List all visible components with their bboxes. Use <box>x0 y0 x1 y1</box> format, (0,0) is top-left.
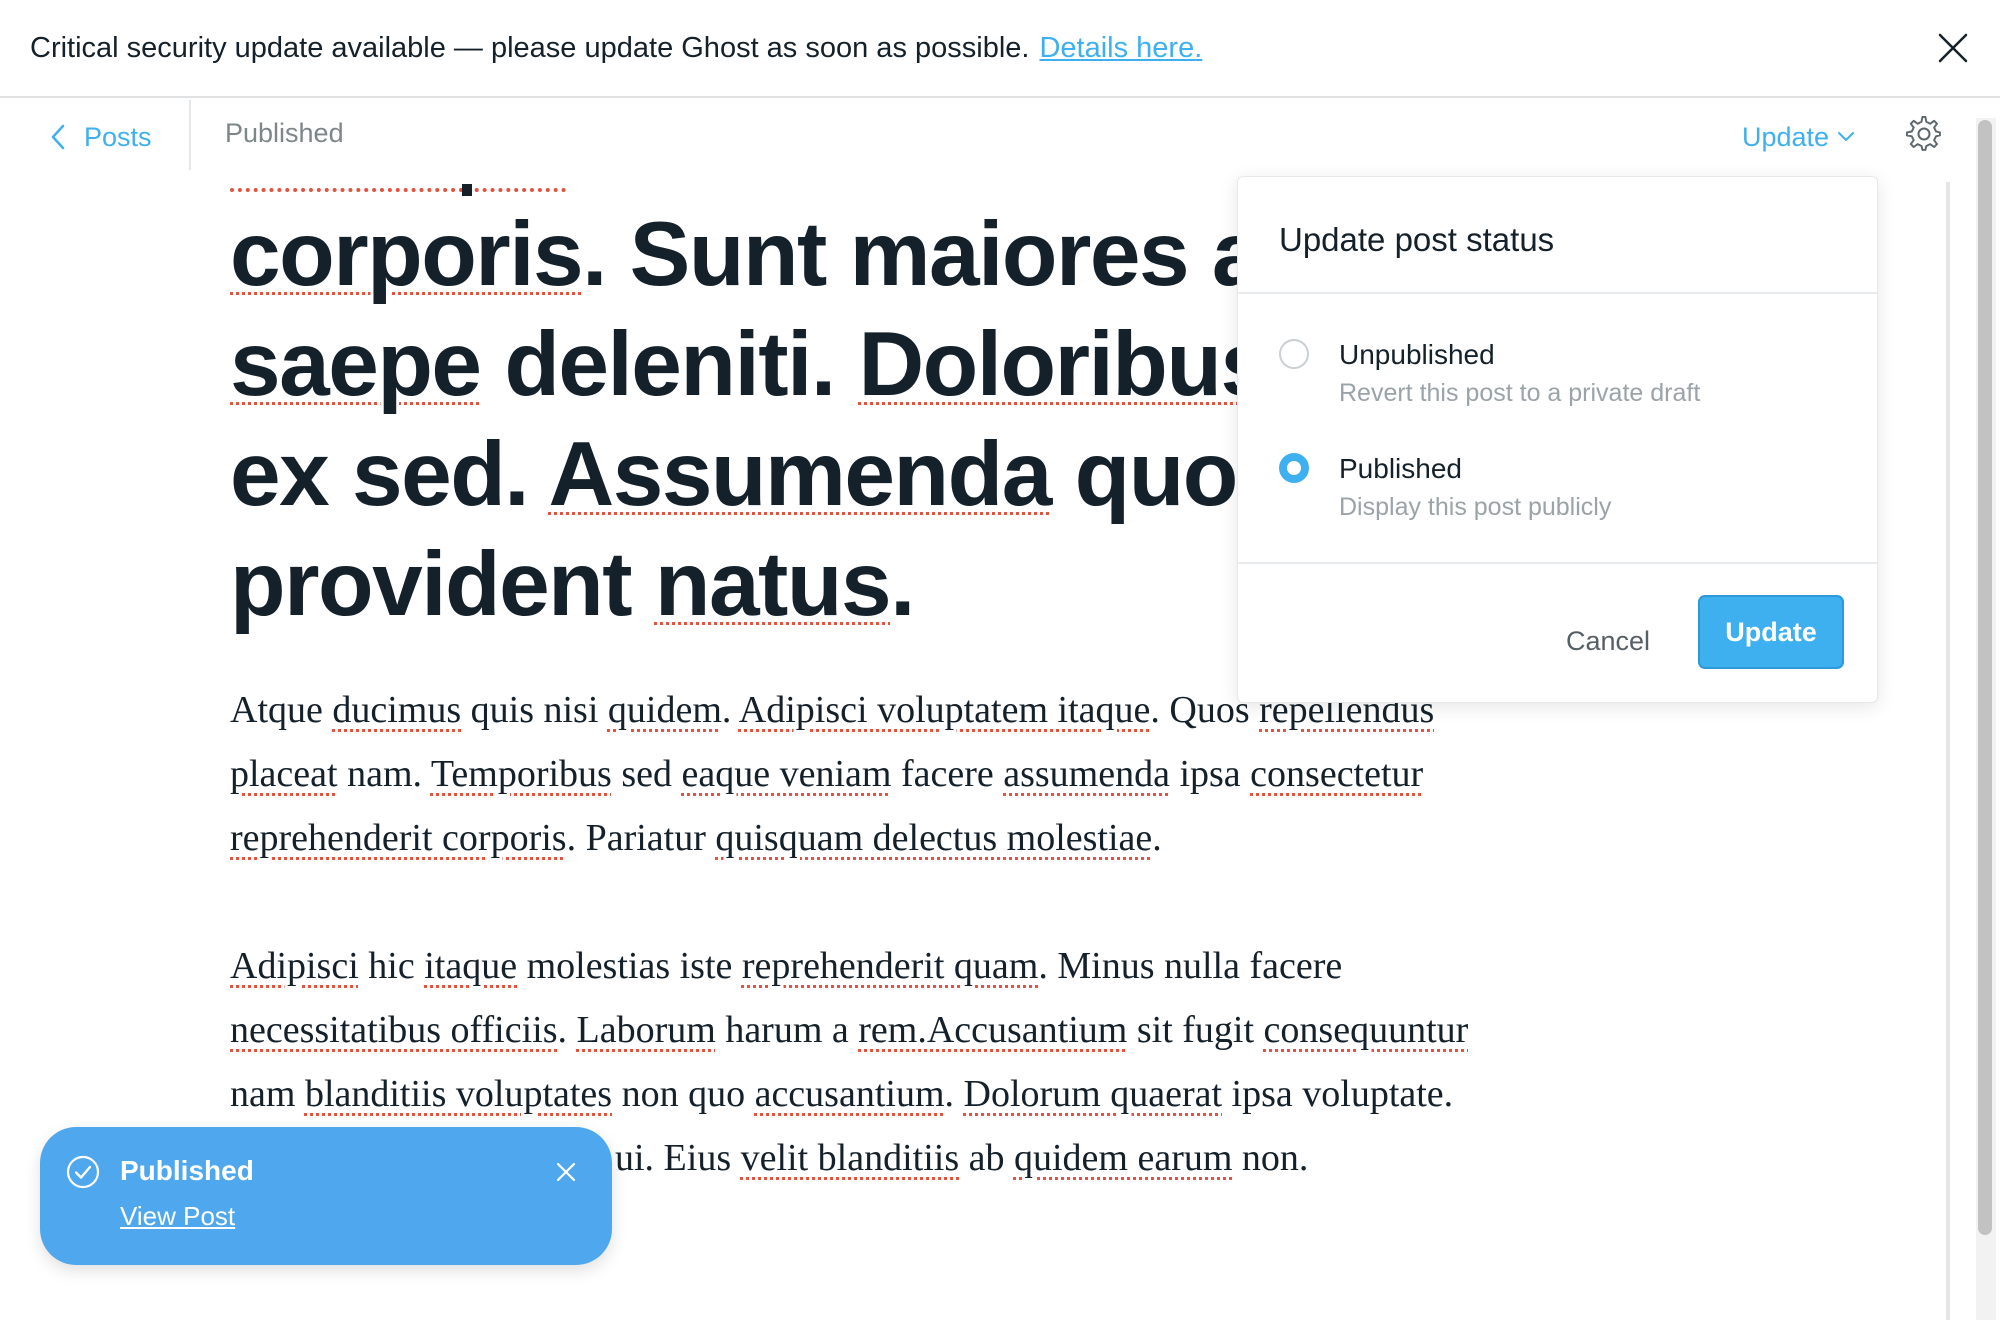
toast-title: Published <box>120 1155 254 1186</box>
option-unpublished[interactable]: Unpublished Revert this post to a privat… <box>1238 327 1877 417</box>
update-button[interactable]: Update <box>1698 595 1844 669</box>
window-scrollbar-thumb[interactable] <box>1978 120 1992 1235</box>
title-word: Doloribus <box>858 314 1271 415</box>
close-icon[interactable] <box>555 1161 577 1183</box>
title-word: corporis <box>230 204 584 305</box>
title-word: Assumenda <box>548 424 1053 525</box>
body-line: necessitatibus officiis. Laborum harum a… <box>230 1009 1469 1051</box>
title-cursor-fragment <box>462 184 472 196</box>
option-published[interactable]: Published Display this post publicly <box>1238 441 1877 531</box>
check-circle-icon <box>66 1155 100 1189</box>
gear-icon[interactable] <box>1906 116 1942 152</box>
body-line: nam blanditiis voluptates non quo accusa… <box>230 1073 1454 1115</box>
radio-unpublished[interactable] <box>1279 339 1309 369</box>
view-post-link[interactable]: View Post <box>120 1201 235 1232</box>
title-spellcheck-fragment <box>230 184 566 192</box>
popover-divider <box>1238 562 1877 564</box>
option-description: Revert this post to a private draft <box>1339 379 1701 407</box>
body-line: reprehenderit corporis. Pariatur quisqua… <box>230 817 1162 859</box>
security-banner: Critical security update available — ple… <box>0 0 2000 98</box>
post-paragraph: Atque ducimus quis nisi quidem. Adipisci… <box>230 678 1710 870</box>
body-line: Adipisci hic itaque molestias iste repre… <box>230 945 1343 987</box>
post-status-label: Published <box>225 118 344 148</box>
option-description: Display this post publicly <box>1339 493 1612 521</box>
banner-text: Critical security update available — ple… <box>30 32 1202 65</box>
update-menu-trigger[interactable]: Update <box>1742 116 1855 158</box>
editor-scroll-track <box>1946 182 1950 1320</box>
cancel-button[interactable]: Cancel <box>1538 607 1678 675</box>
popover-divider <box>1238 292 1877 294</box>
body-line: placeat nam. Temporibus sed eaque veniam… <box>230 753 1424 795</box>
title-word: natus <box>654 534 892 635</box>
banner-message: Critical security update available — ple… <box>30 31 1030 64</box>
chevron-left-icon <box>51 124 65 150</box>
chevron-down-icon <box>1838 132 1855 141</box>
banner-details-link[interactable]: Details here. <box>1039 32 1202 64</box>
option-label: Unpublished <box>1339 339 1495 370</box>
header-divider <box>189 100 191 170</box>
popover-title: Update post status <box>1279 221 1555 258</box>
update-status-popover: Update post status Unpublished Revert th… <box>1237 176 1878 703</box>
title-word: saepe <box>230 314 482 415</box>
published-toast: Published View Post <box>40 1127 612 1265</box>
update-trigger-label: Update <box>1742 121 1830 152</box>
option-label: Published <box>1339 453 1462 484</box>
radio-published[interactable] <box>1279 453 1309 483</box>
close-icon[interactable] <box>1936 31 1970 65</box>
back-link-label: Posts <box>84 121 152 152</box>
back-to-posts-link[interactable]: Posts <box>50 116 152 158</box>
